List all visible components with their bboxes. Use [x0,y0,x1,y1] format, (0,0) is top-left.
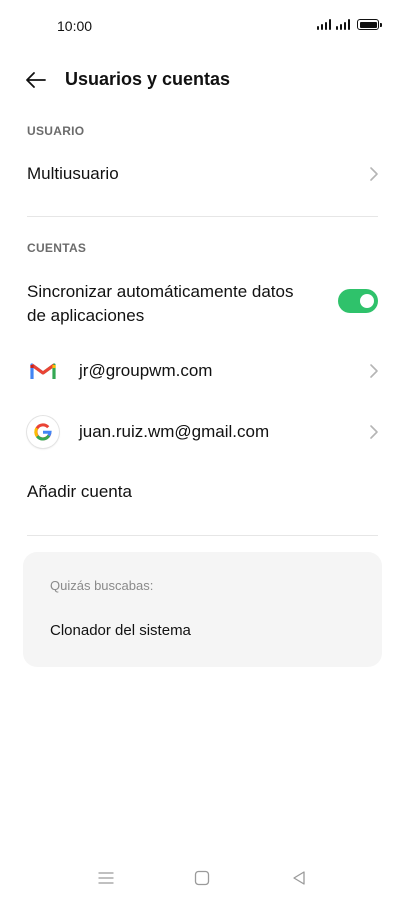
auto-sync-toggle[interactable] [338,289,378,313]
gmail-icon [27,355,59,387]
suggestion-item[interactable]: Clonador del sistema [50,622,191,639]
chevron-right-icon [370,364,378,378]
menu-icon[interactable] [91,860,121,896]
toggle-knob [360,294,374,308]
back-triangle-icon[interactable] [284,860,314,896]
account-email: juan.ruiz.wm@gmail.com [79,422,270,441]
app-bar: Usuarios y cuentas [0,60,405,100]
signal-icon-2 [336,19,350,30]
auto-sync-label-line2: de aplicaciones [27,306,145,325]
page-title: Usuarios y cuentas [65,69,231,89]
auto-sync-label-line1: Sincronizar automáticamente datos [27,282,294,301]
divider [27,216,378,217]
section-header-user: USUARIO [27,124,85,138]
navigation-bar [0,860,405,896]
add-account-row[interactable]: Añadir cuenta [0,468,405,516]
signal-icon [317,19,331,30]
status-icons [317,19,382,30]
google-icon [27,416,59,448]
status-bar: 10:00 [0,0,405,54]
multiuser-label: Multiusuario [27,164,119,183]
multiuser-row[interactable]: Multiusuario [0,150,405,198]
status-time: 10:00 [57,18,93,34]
divider [27,535,378,536]
chevron-right-icon [370,425,378,439]
auto-sync-row[interactable]: Sincronizar automáticamente datos de apl… [0,272,405,334]
suggestion-header: Quizás buscabas: [50,578,154,593]
account-email: jr@groupwm.com [79,361,213,380]
chevron-right-icon [370,167,378,181]
add-account-label: Añadir cuenta [27,482,132,501]
suggestion-card: Quizás buscabas: Clonador del sistema [23,552,382,667]
section-header-accounts: CUENTAS [27,241,87,255]
back-arrow-icon[interactable] [24,68,48,92]
home-icon[interactable] [187,860,217,896]
account-row-gmail[interactable]: jr@groupwm.com [0,346,405,396]
account-row-google[interactable]: juan.ruiz.wm@gmail.com [0,407,405,457]
battery-icon [357,19,382,30]
auto-sync-label: Sincronizar automáticamente datos de apl… [27,280,293,328]
